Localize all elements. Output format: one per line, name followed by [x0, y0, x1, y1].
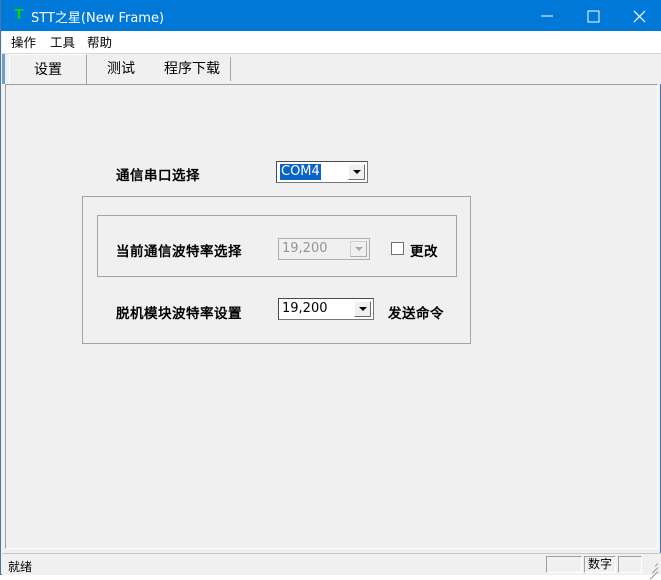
menu-item-operation[interactable]: 操作 — [8, 34, 39, 51]
tab-settings[interactable]: 设置 — [9, 54, 87, 84]
resize-grip-icon[interactable] — [645, 560, 659, 580]
port-select-dropdown-button[interactable] — [348, 164, 365, 180]
tab-separator — [230, 57, 231, 81]
current-baud-value: 19,200 — [282, 241, 328, 256]
window-title: STT之星(New Frame) — [31, 11, 165, 26]
close-button[interactable] — [616, 0, 661, 31]
tab-strip: 设置 测试 程序下载 — [2, 54, 661, 84]
maximize-button[interactable] — [570, 0, 616, 31]
chevron-down-icon — [354, 247, 363, 251]
send-command-button[interactable]: 发送命令 — [388, 302, 444, 322]
status-pane-left — [546, 556, 582, 573]
settings-panel: 通信串口选择 COM4 当前通信波特率选择 19,200 更改 脱机模块波特率设… — [5, 84, 658, 549]
port-select-combo[interactable]: COM4 — [276, 161, 368, 183]
title-bar: T STT之星(New Frame) — [1, 0, 661, 31]
module-baud-combo[interactable]: 19,200 — [278, 298, 374, 320]
module-baud-value: 19,200 — [282, 301, 328, 316]
chevron-down-icon — [358, 307, 367, 311]
app-t-icon: T — [14, 6, 24, 23]
change-checkbox-label[interactable]: 更改 — [410, 240, 438, 260]
chevron-down-icon — [352, 170, 361, 174]
menu-bar: 操作 工具 帮助 — [2, 31, 661, 54]
tab-strip-edge — [2, 54, 5, 84]
current-baud-dropdown-button — [350, 241, 367, 257]
status-bar: 就绪 数字 — [2, 553, 661, 580]
current-baud-combo: 19,200 — [278, 238, 370, 260]
port-select-value: COM4 — [280, 164, 321, 180]
minimize-button[interactable] — [524, 0, 570, 31]
change-checkbox[interactable] — [391, 242, 404, 255]
status-pane-right — [618, 556, 642, 573]
module-baud-dropdown-button[interactable] — [354, 301, 371, 317]
status-message: 就绪 — [8, 560, 33, 574]
tab-program-download[interactable]: 程序下载 — [154, 56, 230, 82]
status-pane-num: 数字 — [584, 556, 616, 573]
tab-test[interactable]: 测试 — [90, 56, 152, 82]
menu-item-tools[interactable]: 工具 — [47, 34, 78, 51]
menu-item-help[interactable]: 帮助 — [84, 34, 115, 51]
application-window: T STT之星(New Frame) 操作 工具 帮助 设置 测试 程序下载 通… — [0, 0, 661, 580]
module-baud-label: 脱机模块波特率设置 — [116, 306, 242, 322]
current-baud-label: 当前通信波特率选择 — [116, 244, 242, 260]
port-select-label: 通信串口选择 — [116, 168, 200, 184]
